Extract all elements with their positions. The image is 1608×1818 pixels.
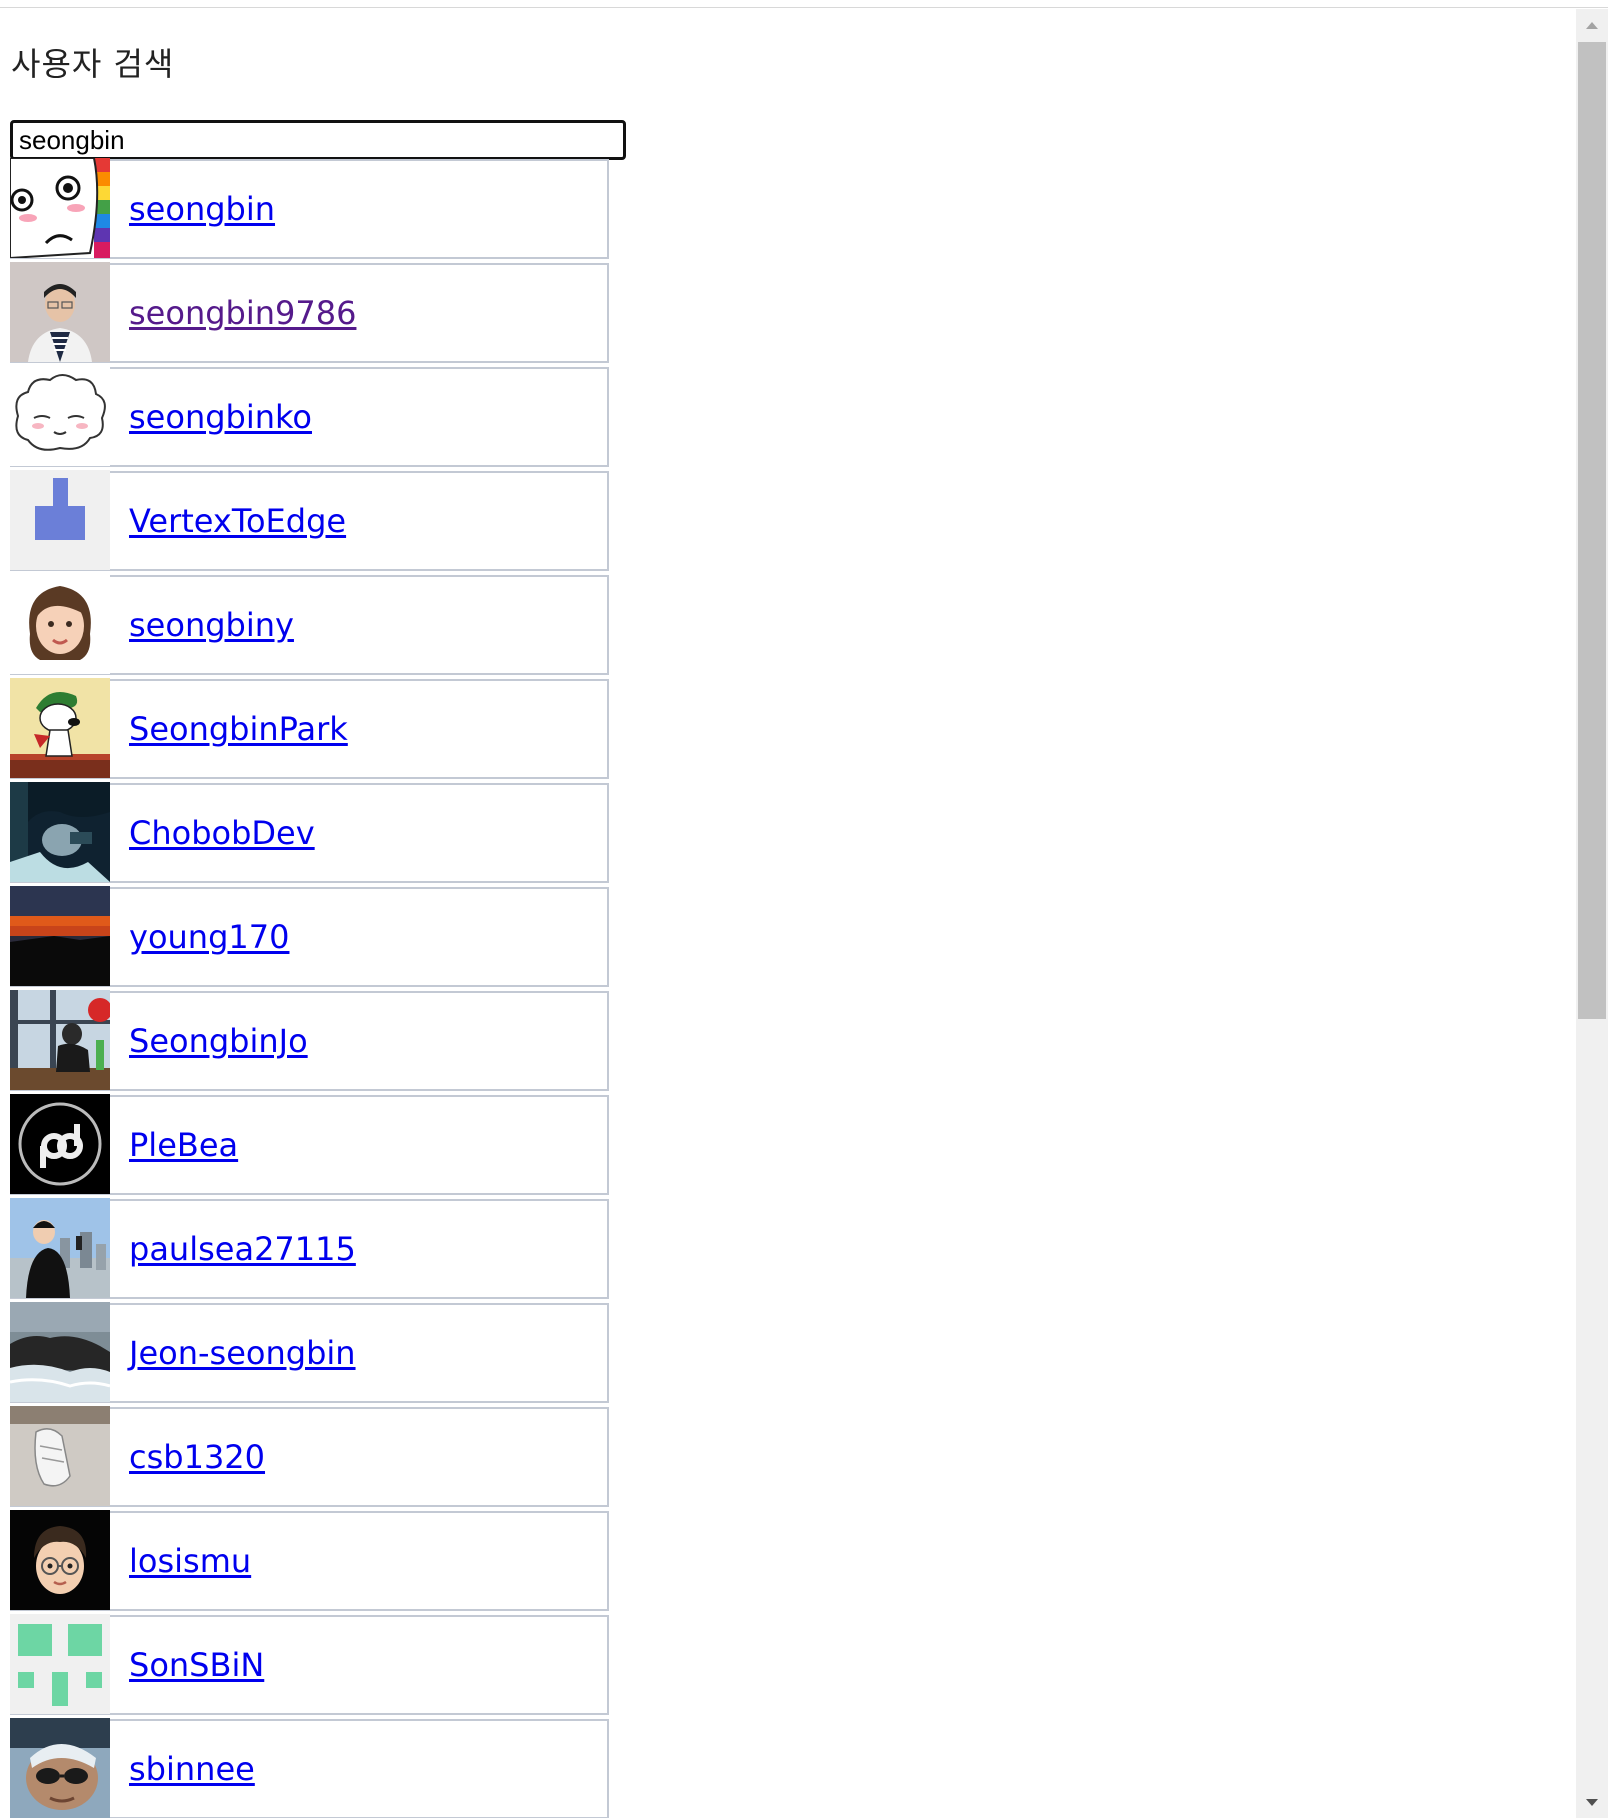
rock-sea-photo-avatar[interactable] [10, 1302, 110, 1402]
username-link[interactable]: PleBea [129, 1126, 238, 1164]
username-link[interactable]: SeongbinJo [129, 1022, 308, 1060]
search-result-item: Jeon-seongbin [10, 1302, 609, 1403]
username-link[interactable]: paulsea27115 [129, 1230, 356, 1268]
username-link[interactable]: SeongbinPark [129, 710, 348, 748]
search-result-item: seongbinko [10, 366, 609, 467]
username-link[interactable]: csb1320 [129, 1438, 265, 1476]
search-result-item: sbinnee [10, 1718, 609, 1818]
username-link[interactable]: losismu [129, 1542, 251, 1580]
person-selfie-avatar[interactable] [10, 1198, 110, 1298]
username-link[interactable]: seongbin9786 [129, 294, 356, 332]
pb-logo-avatar[interactable] [10, 1094, 110, 1194]
scroll-up-arrow-icon[interactable] [1576, 9, 1608, 41]
search-results-list: seongbin seongbin9786 seongbinko VertexToEd… [10, 158, 609, 1818]
memoji-glasses-avatar[interactable] [10, 1510, 110, 1610]
page: 사용자 검색 seongbin seongbin9786 seongbinko Ver… [0, 9, 1576, 1818]
search-result-item: SeongbinJo [10, 990, 609, 1091]
search-result-item: VertexToEdge [10, 470, 609, 571]
search-result-item: seongbin9786 [10, 262, 609, 363]
memoji-avatar[interactable] [10, 574, 110, 674]
search-result-item: SonSBiN [10, 1614, 609, 1715]
username-link[interactable]: VertexToEdge [129, 502, 346, 540]
username-link[interactable]: seongbin [129, 190, 275, 228]
scrollbar-thumb[interactable] [1578, 42, 1606, 1019]
page-title: 사용자 검색 [11, 45, 175, 83]
username-link[interactable]: SonSBiN [129, 1646, 264, 1684]
green-identicon-avatar[interactable] [10, 1614, 110, 1714]
photo-avatar[interactable] [10, 782, 110, 882]
search-result-item: seongbiny [10, 574, 609, 675]
search-input[interactable] [10, 120, 626, 160]
search-result-item: seongbin [10, 158, 609, 259]
vertical-scrollbar[interactable] [1576, 9, 1608, 1818]
identicon-avatar[interactable] [10, 470, 110, 570]
username-link[interactable]: seongbiny [129, 606, 294, 644]
search-result-item: SeongbinPark [10, 678, 609, 779]
cartoon-face-avatar[interactable] [10, 158, 110, 258]
username-link[interactable]: young170 [129, 918, 289, 956]
search-result-item: paulsea27115 [10, 1198, 609, 1299]
scroll-down-arrow-icon[interactable] [1576, 1786, 1608, 1818]
username-link[interactable]: seongbinko [129, 398, 312, 436]
browser-top-edge [0, 0, 1608, 8]
username-link[interactable]: Jeon-seongbin [129, 1334, 356, 1372]
search-result-item: csb1320 [10, 1406, 609, 1507]
sketch-sheep-avatar[interactable] [10, 366, 110, 466]
person-photo-avatar[interactable] [10, 262, 110, 362]
snoopy-avatar[interactable] [10, 678, 110, 778]
search-result-item: ChobobDev [10, 782, 609, 883]
person-sunglasses-avatar[interactable] [10, 1718, 110, 1818]
search-result-item: PleBea [10, 1094, 609, 1195]
username-link[interactable]: sbinnee [129, 1750, 255, 1788]
shoe-photo-avatar[interactable] [10, 1406, 110, 1506]
search-result-item: young170 [10, 886, 609, 987]
search-result-item: losismu [10, 1510, 609, 1611]
person-window-photo-avatar[interactable] [10, 990, 110, 1090]
sunset-photo-avatar[interactable] [10, 886, 110, 986]
username-link[interactable]: ChobobDev [129, 814, 315, 852]
